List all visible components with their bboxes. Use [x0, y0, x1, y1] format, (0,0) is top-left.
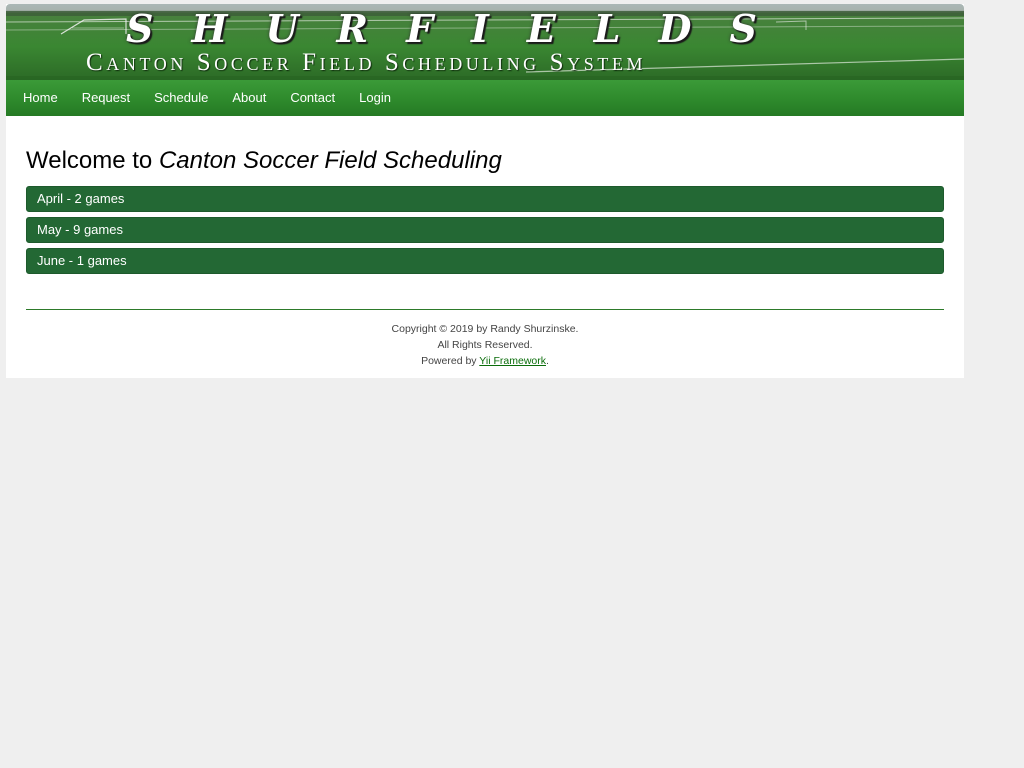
- month-list: April - 2 games May - 9 games June - 1 g…: [26, 186, 944, 274]
- yii-framework-link[interactable]: Yii Framework: [479, 355, 546, 367]
- page-container: ShurFields Canton Soccer Field Schedulin…: [6, 4, 964, 378]
- nav-home[interactable]: Home: [11, 80, 70, 116]
- month-bar-april[interactable]: April - 2 games: [26, 186, 944, 212]
- footer-powered-prefix: Powered by: [421, 355, 480, 367]
- banner-title: ShurFields: [126, 6, 795, 51]
- nav-login[interactable]: Login: [347, 80, 403, 116]
- footer-rights: All Rights Reserved.: [437, 339, 533, 351]
- page-title-prefix: Welcome to: [26, 147, 159, 174]
- site-banner: ShurFields Canton Soccer Field Schedulin…: [6, 4, 964, 80]
- footer-powered-suffix: .: [545, 355, 549, 367]
- nav-contact[interactable]: Contact: [278, 80, 347, 116]
- page-title-italic: Canton Soccer Field Scheduling: [158, 147, 502, 174]
- footer-powered: Powered by Yii Framework.: [26, 353, 944, 369]
- footer-copyright: Copyright © 2019 by Randy Shurzinske.: [391, 323, 579, 335]
- nav-schedule[interactable]: Schedule: [142, 80, 220, 116]
- main-nav: Home Request Schedule About Contact Logi…: [6, 80, 964, 116]
- month-bar-june[interactable]: June - 1 games: [26, 248, 944, 274]
- page-title: Welcome to Canton Soccer Field Schedulin…: [26, 146, 944, 176]
- footer: Copyright © 2019 by Randy Shurzinske. Al…: [26, 309, 944, 369]
- banner-subtitle: Canton Soccer Field Scheduling System: [86, 49, 647, 76]
- nav-about[interactable]: About: [220, 80, 278, 116]
- nav-request[interactable]: Request: [70, 80, 142, 116]
- main-content: Welcome to Canton Soccer Field Schedulin…: [26, 116, 944, 274]
- month-bar-may[interactable]: May - 9 games: [26, 217, 944, 243]
